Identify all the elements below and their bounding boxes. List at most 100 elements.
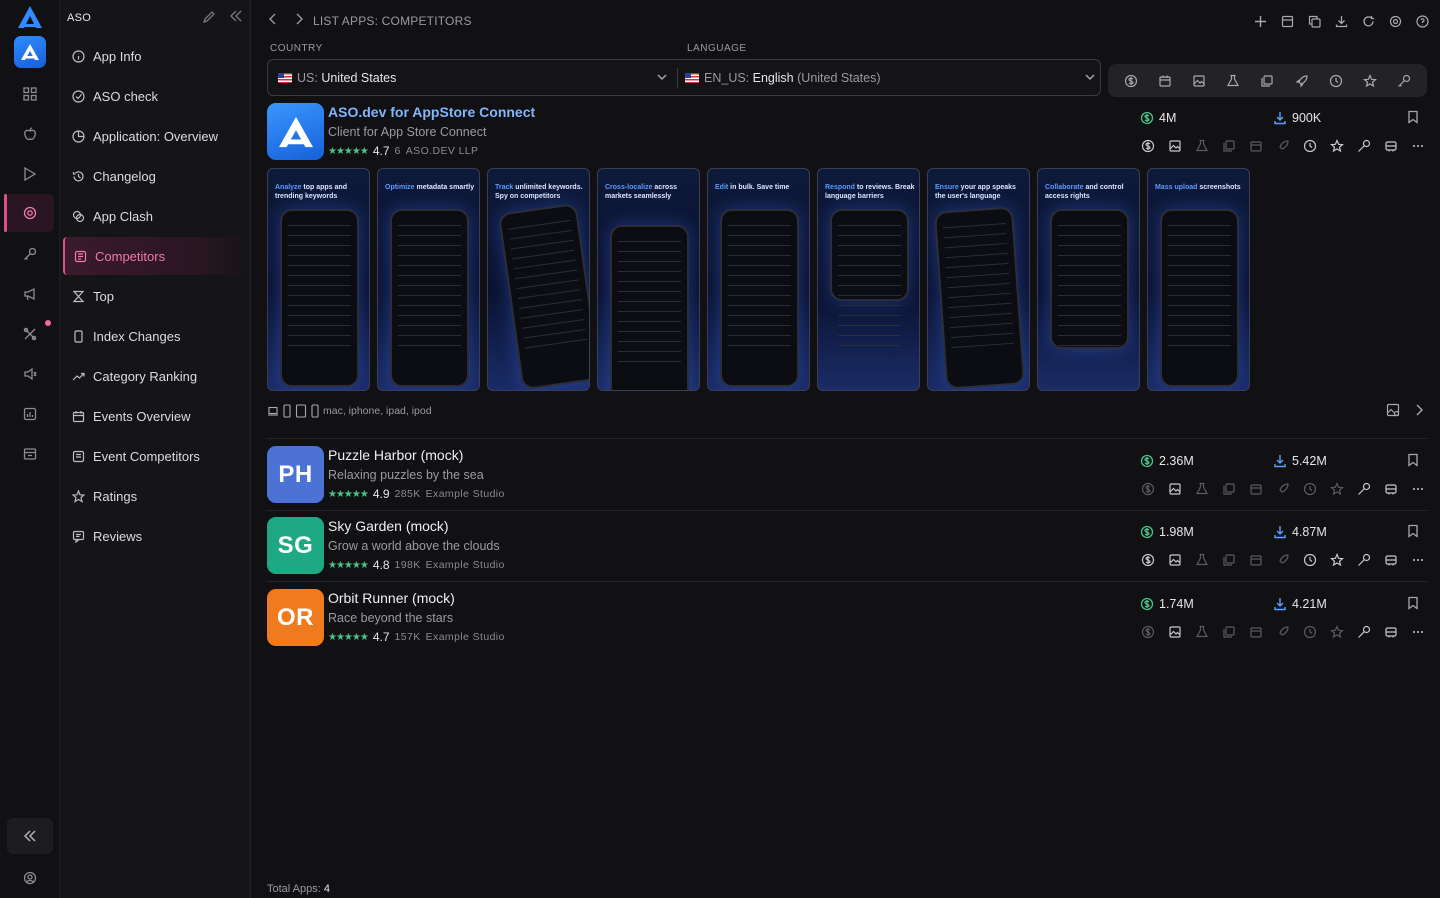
app-row-aso-dev[interactable]: ASO.dev for AppStore Connect Client for … xyxy=(267,103,1427,163)
calendar-icon[interactable] xyxy=(1248,481,1264,497)
more-icon[interactable] xyxy=(1410,552,1426,568)
account-icon[interactable] xyxy=(18,866,42,890)
play-store-icon[interactable] xyxy=(18,162,42,186)
clock-icon[interactable] xyxy=(1302,624,1318,640)
star-icon[interactable] xyxy=(1329,481,1345,497)
add-icon[interactable] xyxy=(1252,13,1268,29)
edit-icon[interactable] xyxy=(202,10,216,27)
revenue-icon[interactable] xyxy=(1140,138,1156,154)
key-icon[interactable] xyxy=(18,242,42,266)
sidebar-item-category-ranking[interactable]: Category Ranking xyxy=(63,357,249,395)
revenue-icon[interactable] xyxy=(1140,481,1156,497)
image-icon[interactable] xyxy=(1167,552,1183,568)
sidebar-item-index-changes[interactable]: Index Changes xyxy=(63,317,249,355)
sidebar-item-aso-check[interactable]: ASO check xyxy=(63,77,249,115)
rocket-icon[interactable] xyxy=(1294,73,1310,89)
sidebar-item-event-competitors[interactable]: Event Competitors xyxy=(63,437,249,475)
more-icon[interactable] xyxy=(1410,481,1426,497)
rocket-icon[interactable] xyxy=(1275,552,1291,568)
key-icon[interactable] xyxy=(1356,552,1372,568)
bookmark-icon[interactable] xyxy=(1407,596,1419,613)
key-icon[interactable] xyxy=(1396,73,1412,89)
calendar-icon[interactable] xyxy=(1248,552,1264,568)
apple-icon[interactable] xyxy=(18,122,42,146)
key-icon[interactable] xyxy=(1356,481,1372,497)
flask-icon[interactable] xyxy=(1194,481,1210,497)
clock-icon[interactable] xyxy=(1302,481,1318,497)
screenshot-thumbnail[interactable]: Analyze top apps and trending keywords xyxy=(267,168,370,391)
layout-icon[interactable] xyxy=(1279,13,1295,29)
collapse-sidebar-icon[interactable] xyxy=(230,10,242,27)
rocket-icon[interactable] xyxy=(1275,138,1291,154)
analytics-icon[interactable] xyxy=(18,402,42,426)
app-name[interactable]: ASO.dev for AppStore Connect xyxy=(328,104,535,120)
sidebar-item-changelog[interactable]: Changelog xyxy=(63,157,249,195)
flask-icon[interactable] xyxy=(1194,138,1210,154)
country-select[interactable]: US: United States xyxy=(278,60,678,95)
flask-icon[interactable] xyxy=(1194,552,1210,568)
chevron-down-icon[interactable] xyxy=(1084,71,1096,86)
gallery-icon[interactable] xyxy=(1221,138,1237,154)
compare-icon[interactable] xyxy=(1383,138,1399,154)
app-name[interactable]: Sky Garden (mock) xyxy=(328,518,449,534)
download-icon[interactable] xyxy=(1333,13,1349,29)
gallery-icon[interactable] xyxy=(1221,552,1237,568)
clock-icon[interactable] xyxy=(1302,552,1318,568)
app-name[interactable]: Orbit Runner (mock) xyxy=(328,590,455,606)
gallery-icon[interactable] xyxy=(1259,73,1275,89)
refresh-icon[interactable] xyxy=(1360,13,1376,29)
app-row-puzzle-harbor[interactable]: PH Puzzle Harbor (mock) Relaxing puzzles… xyxy=(267,446,1427,506)
sidebar-item-application-overview[interactable]: Application: Overview xyxy=(63,117,249,155)
sidebar-item-top[interactable]: Top xyxy=(63,277,249,315)
star-icon[interactable] xyxy=(1362,73,1378,89)
rocket-icon[interactable] xyxy=(1275,624,1291,640)
calendar-icon[interactable] xyxy=(1248,624,1264,640)
revenue-icon[interactable] xyxy=(1123,73,1139,89)
copy-icon[interactable] xyxy=(1306,13,1322,29)
clock-icon[interactable] xyxy=(1328,73,1344,89)
bookmark-icon[interactable] xyxy=(1407,110,1419,127)
key-icon[interactable] xyxy=(1356,624,1372,640)
compare-icon[interactable] xyxy=(1383,624,1399,640)
more-icon[interactable] xyxy=(1410,138,1426,154)
gallery-icon[interactable] xyxy=(1221,624,1237,640)
language-select[interactable]: EN_US: English (United States) xyxy=(685,60,1085,95)
compare-icon[interactable] xyxy=(1383,552,1399,568)
key-icon[interactable] xyxy=(1356,138,1372,154)
help-icon[interactable] xyxy=(1414,13,1430,29)
sidebar-item-ratings[interactable]: Ratings xyxy=(63,477,249,515)
screenshot-thumbnail[interactable]: Optimize metadata smartly xyxy=(377,168,480,391)
star-icon[interactable] xyxy=(1329,552,1345,568)
sidebar-item-events-overview[interactable]: Events Overview xyxy=(63,397,249,435)
back-arrow-icon[interactable] xyxy=(267,12,279,29)
calendar-icon[interactable] xyxy=(1248,138,1264,154)
flask-icon[interactable] xyxy=(1194,624,1210,640)
target-icon[interactable] xyxy=(18,201,42,225)
sidebar-item-app-clash[interactable]: App Clash xyxy=(63,197,249,235)
image-settings-icon[interactable] xyxy=(1386,403,1400,420)
tools-icon[interactable] xyxy=(18,322,42,346)
forward-arrow-icon[interactable] xyxy=(293,12,305,29)
gallery-icon[interactable] xyxy=(1221,481,1237,497)
current-app-icon[interactable] xyxy=(14,36,46,68)
sidebar-item-competitors[interactable]: Competitors xyxy=(63,237,249,275)
revenue-icon[interactable] xyxy=(1140,552,1156,568)
chevron-right-icon[interactable] xyxy=(1414,403,1424,420)
collapse-rail-button[interactable] xyxy=(7,818,53,854)
calendar-icon[interactable] xyxy=(1157,73,1173,89)
aso-logo-icon[interactable] xyxy=(16,4,44,30)
star-icon[interactable] xyxy=(1329,624,1345,640)
screenshot-thumbnail[interactable]: Cross-localize across markets seamlessly xyxy=(597,168,700,391)
revenue-icon[interactable] xyxy=(1140,624,1156,640)
megaphone-icon[interactable] xyxy=(18,282,42,306)
screenshot-thumbnail[interactable]: Edit in bulk. Save time xyxy=(707,168,810,391)
image-icon[interactable] xyxy=(1167,624,1183,640)
screenshot-thumbnail[interactable]: Collaborate and control access rights xyxy=(1037,168,1140,391)
image-icon[interactable] xyxy=(1191,73,1207,89)
screenshot-thumbnail[interactable]: Track unlimited keywords. Spy on competi… xyxy=(487,168,590,391)
sidebar-item-app-info[interactable]: App Info xyxy=(63,37,249,75)
more-icon[interactable] xyxy=(1410,624,1426,640)
speaker-icon[interactable] xyxy=(18,362,42,386)
screenshot-thumbnail[interactable]: Ensure your app speaks the user's langua… xyxy=(927,168,1030,391)
screenshot-thumbnail[interactable]: Respond to reviews. Break language barri… xyxy=(817,168,920,391)
